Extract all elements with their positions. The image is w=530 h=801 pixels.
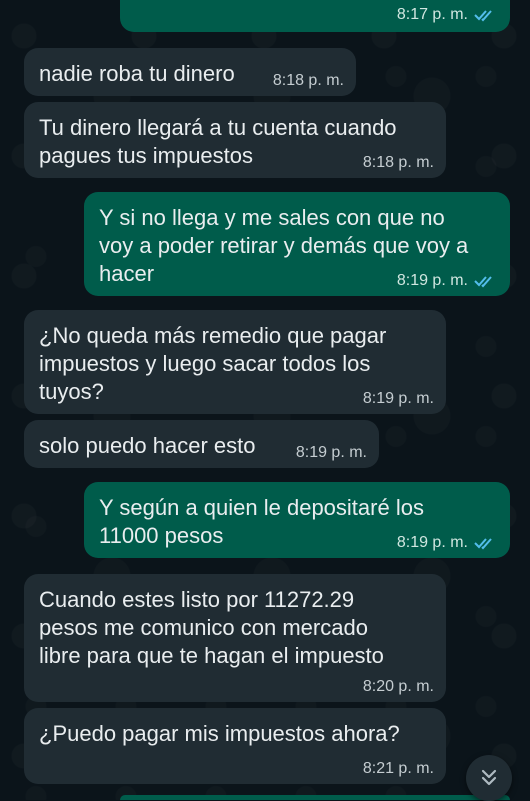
message-time: 8:20 p. m.: [362, 678, 434, 695]
message-text: ¿No queda más remedio que pagar impuesto…: [39, 323, 387, 404]
message-text: solo puedo hacer esto: [39, 433, 256, 458]
message-time: 8:19 p. m.: [396, 272, 468, 289]
message-text: ¿Puedo pagar mis impuestos ahora?: [39, 721, 400, 746]
message-meta: 8:19 p. m.: [363, 390, 434, 408]
message-bubble-incoming[interactable]: solo puedo hacer esto 8:19 p. m.: [24, 420, 379, 468]
message-text: Tu dinero llegará a tu cuenta cuando pag…: [39, 115, 397, 168]
message-meta: 8:19 p. m.: [397, 272, 498, 290]
message-meta: 8:19 p. m.: [296, 444, 367, 462]
message-bubble-outgoing[interactable]: 8:17 p. m.: [120, 0, 510, 32]
message-bubble-incoming[interactable]: nadie roba tu dinero 8:18 p. m.: [24, 48, 356, 96]
double-check-icon: [474, 10, 492, 22]
message-time: 8:18 p. m.: [362, 154, 434, 171]
message-meta: 8:21 p. m.: [363, 760, 434, 778]
message-meta: 8:19 p. m.: [397, 534, 498, 552]
double-chevron-down-icon: [481, 769, 497, 786]
message-time: 8:19 p. m.: [362, 390, 434, 407]
message-bubble-incoming[interactable]: Tu dinero llegará a tu cuenta cuando pag…: [24, 102, 446, 178]
message-bubble-outgoing-partial: [120, 795, 510, 800]
message-bubble-incoming[interactable]: ¿Puedo pagar mis impuestos ahora? 8:21 p…: [24, 708, 446, 784]
message-meta: 8:18 p. m.: [363, 154, 434, 172]
message-time: 8:17 p. m.: [396, 6, 468, 23]
message-time: 8:18 p. m.: [272, 72, 344, 89]
message-bubble-outgoing[interactable]: Y según a quien le depositaré los 11000 …: [84, 482, 510, 558]
message-time: 8:19 p. m.: [396, 534, 468, 551]
message-meta: 8:18 p. m.: [273, 72, 344, 90]
scroll-to-bottom-button[interactable]: [466, 755, 512, 801]
message-text: Cuando estes listo por 11272.29 pesos me…: [39, 587, 384, 668]
double-check-icon: [474, 538, 492, 550]
message-time: 8:21 p. m.: [362, 760, 434, 777]
message-meta: 8:20 p. m.: [363, 678, 434, 696]
message-meta: 8:17 p. m.: [397, 6, 498, 24]
message-bubble-incoming[interactable]: Cuando estes listo por 11272.29 pesos me…: [24, 574, 446, 702]
message-text: nadie roba tu dinero: [39, 61, 235, 86]
message-bubble-outgoing[interactable]: Y si no llega y me sales con que no voy …: [84, 192, 510, 296]
double-check-icon: [474, 276, 492, 288]
message-bubble-incoming[interactable]: ¿No queda más remedio que pagar impuesto…: [24, 310, 446, 414]
message-time: 8:19 p. m.: [295, 444, 367, 461]
message-text: Y según a quien le depositaré los 11000 …: [99, 495, 424, 548]
